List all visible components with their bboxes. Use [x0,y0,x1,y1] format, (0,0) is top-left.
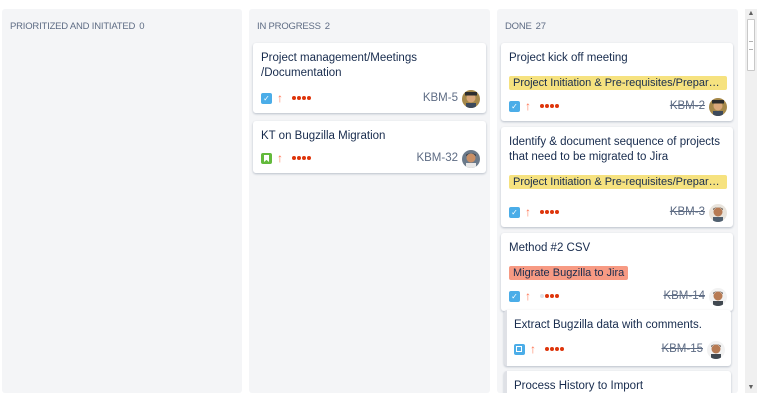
major-priority-arrow-icon: ↑ [525,99,531,113]
column-title: DONE [505,21,532,32]
major-priority-arrow-icon: ↑ [277,151,283,165]
column-prioritized-and-initiated: PRIORITIZED AND INITIATED 0 [2,9,242,393]
column-in-progress: IN PROGRESS 2 Project management/Meetings… [249,9,490,393]
issue-card[interactable]: Identify & document sequence of projects… [501,127,733,227]
issue-summary: Method #2 CSV [509,242,591,254]
issue-summary: Extract Bugzilla data with comments. [514,319,702,331]
issue-key[interactable]: KBM-5 [423,92,458,104]
issue-summary: Project kick off meeting [509,52,628,64]
card-footer: ✓ ↑ KBM-5 [261,90,480,108]
major-priority-arrow-icon: ↑ [530,342,536,356]
column-done: DONE 27 Project kick off meeting Project … [497,9,738,393]
issue-key[interactable]: KBM-15 [661,343,703,355]
epic-label[interactable]: Migrate Bugzilla to Jira [509,266,629,280]
card-footer: ✓ ↑ KBM-14 [509,288,727,306]
subtask-icon [514,344,525,355]
subtask-card[interactable]: Process History to Import [504,371,731,393]
estimate-dots [540,104,560,110]
estimate-dots [545,347,565,353]
scroll-up-arrow-icon[interactable]: ▲ [745,9,757,19]
major-priority-arrow-icon: ↑ [525,205,531,219]
estimate-dots [292,96,312,102]
epic-label[interactable]: Project Initiation & Pre-requisites/Prep… [509,175,727,189]
column-count: 2 [324,21,330,32]
column-count: 0 [139,21,145,32]
story-icon [261,153,272,164]
column-header: PRIORITIZED AND INITIATED 0 [10,21,145,32]
card-footer: ✓ ↑ KBM-3 [509,204,727,222]
assignee-avatar[interactable] [709,98,727,116]
card-footer: ↑ KBM-32 [261,150,480,168]
subtask-card[interactable]: Extract Bugzilla data with comments. ↑ K… [504,310,731,366]
issue-card[interactable]: Project management/Meetings /Documentati… [253,43,486,113]
column-title: PRIORITIZED AND INITIATED [10,21,136,32]
issue-summary: KT on Bugzilla Migration [261,130,386,142]
scroll-thumb[interactable] [747,19,755,71]
task-icon: ✓ [509,101,520,112]
issue-card[interactable]: Project kick off meeting Project Initiat… [501,43,733,121]
task-icon: ✓ [261,93,272,104]
vertical-scrollbar[interactable]: ▲ ▼ [745,9,757,393]
issue-summary: Process History to Import [514,380,644,392]
issue-card[interactable]: KT on Bugzilla Migration ↑ KBM-32 [253,121,486,173]
column-header: DONE 27 [505,21,546,32]
column-header: IN PROGRESS 2 [257,21,330,32]
estimate-dots [292,156,312,162]
column-title: IN PROGRESS [257,21,321,32]
scroll-down-arrow-icon[interactable]: ▼ [745,383,757,393]
assignee-avatar[interactable] [462,150,480,168]
assignee-avatar[interactable] [462,90,480,108]
assignee-avatar[interactable] [709,288,727,306]
estimate-dots [540,294,560,300]
issue-summary: Project management/Meetings /Documentati… [261,52,417,79]
card-footer: ↑ KBM-15 [514,341,725,359]
column-count: 27 [535,21,546,32]
issue-key[interactable]: KBM-2 [670,100,705,112]
issue-key[interactable]: KBM-14 [663,290,705,302]
major-priority-arrow-icon: ↑ [525,289,531,303]
task-icon: ✓ [509,207,520,218]
assignee-avatar[interactable] [709,204,727,222]
card-footer: ✓ ↑ KBM-2 [509,98,727,116]
estimate-dots [540,210,560,216]
epic-label[interactable]: Project Initiation & Pre-requisites/Prep… [509,76,727,90]
issue-key[interactable]: KBM-3 [670,206,705,218]
task-icon: ✓ [509,291,520,302]
issue-summary: Identify & document sequence of projects… [509,136,720,163]
major-priority-arrow-icon: ↑ [277,91,283,105]
assignee-avatar[interactable] [707,341,725,359]
issue-key[interactable]: KBM-32 [416,152,458,164]
issue-card[interactable]: Method #2 CSV Migrate Bugzilla to Jira ✓… [501,233,733,311]
